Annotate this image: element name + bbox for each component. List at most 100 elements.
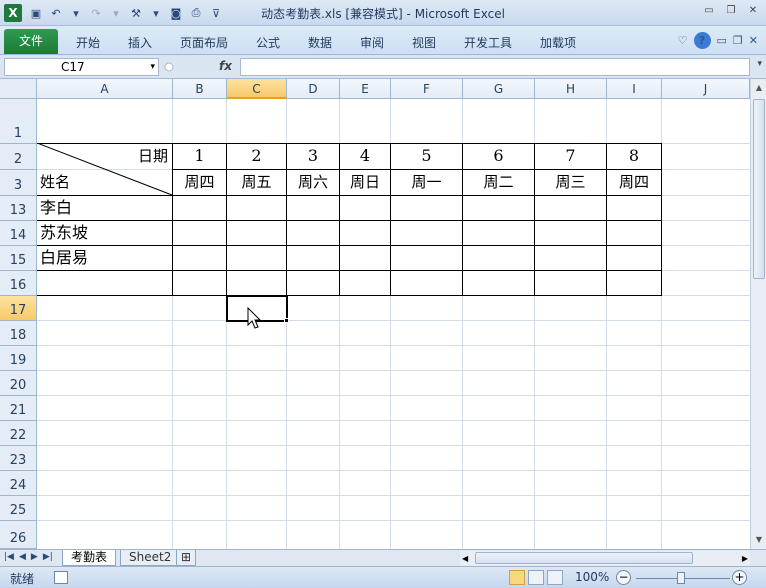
column-header-d[interactable]: D — [287, 79, 340, 99]
first-sheet-icon[interactable]: |◀ — [4, 552, 14, 562]
row-header-23[interactable]: 23 — [0, 446, 37, 471]
scroll-left-icon[interactable]: ◀ — [462, 551, 468, 566]
row-header-21[interactable]: 21 — [0, 396, 37, 421]
employee-name-cell[interactable]: 白居易 — [37, 246, 172, 270]
day-cell[interactable]: 7 — [535, 144, 606, 170]
column-header-i[interactable]: I — [607, 79, 662, 99]
name-box[interactable]: C17 ▾ — [4, 58, 159, 76]
ribbon-collapse-icon[interactable]: ♡ — [678, 34, 688, 47]
day-cell[interactable]: 3 — [287, 144, 339, 170]
workbook-restore-icon[interactable]: ❐ — [733, 34, 743, 47]
column-header-c[interactable]: C — [227, 79, 287, 99]
name-box-value: C17 — [61, 60, 85, 74]
close-icon[interactable]: ✕ — [746, 4, 760, 18]
last-sheet-icon[interactable]: ▶| — [43, 552, 53, 562]
employee-name-cell[interactable] — [37, 271, 172, 295]
column-header-a[interactable]: A — [37, 79, 173, 99]
sheet-tab-attendance[interactable]: 考勤表 — [62, 550, 117, 566]
weekday-cell[interactable]: 周二 — [463, 170, 534, 196]
restore-icon[interactable]: ❐ — [724, 4, 738, 18]
column-header-b[interactable]: B — [173, 79, 227, 99]
row-header-15[interactable]: 15 — [0, 246, 37, 271]
tab-addins[interactable]: 加载项 — [540, 34, 576, 51]
day-cell[interactable]: 2 — [227, 144, 286, 170]
column-header-j[interactable]: J — [662, 79, 750, 99]
tab-file[interactable]: 文件 — [4, 29, 58, 54]
zoom-in-icon[interactable]: + — [732, 570, 747, 585]
page-layout-view-icon[interactable] — [528, 570, 544, 585]
insert-function-icon[interactable]: fx — [219, 59, 232, 73]
tab-page-layout[interactable]: 页面布局 — [180, 34, 228, 51]
zoom-level[interactable]: 100% — [575, 570, 609, 584]
day-cell[interactable]: 1 — [173, 144, 226, 170]
workbook-close-icon[interactable]: ✕ — [749, 34, 758, 47]
row-header-3[interactable]: 3 — [0, 170, 37, 196]
row-header-13[interactable]: 13 — [0, 196, 37, 221]
scroll-right-icon[interactable]: ▶ — [742, 551, 748, 566]
normal-view-icon[interactable] — [509, 570, 525, 585]
prev-sheet-icon[interactable]: ◀ — [19, 552, 26, 562]
workbook-minimize-icon[interactable]: ▭ — [717, 34, 727, 47]
help-icon[interactable]: ? — [693, 32, 711, 49]
next-sheet-icon[interactable]: ▶ — [31, 552, 38, 562]
day-cell[interactable]: 4 — [340, 144, 390, 170]
tab-review[interactable]: 审阅 — [360, 34, 384, 51]
day-cell[interactable]: 5 — [391, 144, 462, 170]
chevron-down-icon[interactable]: ▾ — [150, 59, 155, 75]
tab-data[interactable]: 数据 — [308, 34, 332, 51]
fill-handle[interactable] — [284, 318, 289, 323]
day-cell[interactable]: 8 — [607, 144, 661, 170]
row-header-25[interactable]: 25 — [0, 496, 37, 521]
tab-formulas[interactable]: 公式 — [256, 34, 280, 51]
row-header-1[interactable]: 1 — [0, 99, 37, 144]
column-header-g[interactable]: G — [463, 79, 535, 99]
row-header-2[interactable]: 2 — [0, 144, 37, 170]
macro-record-icon[interactable] — [54, 571, 68, 584]
row-header-24[interactable]: 24 — [0, 471, 37, 496]
vertical-scroll-thumb[interactable] — [753, 99, 765, 279]
row-header-18[interactable]: 18 — [0, 321, 37, 346]
insert-sheet-icon[interactable]: ⊞ — [176, 550, 197, 566]
vertical-scrollbar[interactable]: ▲ ▼ — [750, 79, 766, 549]
weekday-cell[interactable]: 周日 — [340, 170, 390, 196]
page-break-view-icon[interactable] — [547, 570, 563, 585]
row-header-14[interactable]: 14 — [0, 221, 37, 246]
expand-formula-bar-icon[interactable]: ▾ — [757, 59, 762, 69]
column-header-h[interactable]: H — [535, 79, 607, 99]
row-header-20[interactable]: 20 — [0, 371, 37, 396]
horizontal-scrollbar[interactable]: ◀ ▶ — [460, 551, 750, 566]
worksheet-grid[interactable]: A B C D E F G H I J 1 2 3 13 14 15 16 17… — [0, 79, 750, 549]
weekday-cell[interactable]: 周三 — [535, 170, 606, 196]
weekday-cell[interactable]: 周四 — [173, 170, 226, 196]
formula-input[interactable] — [240, 58, 750, 76]
scroll-down-icon[interactable]: ▼ — [752, 533, 766, 547]
tab-developer[interactable]: 开发工具 — [464, 34, 512, 51]
horizontal-scroll-thumb[interactable] — [475, 552, 693, 564]
weekday-cell[interactable]: 周四 — [607, 170, 661, 196]
zoom-out-icon[interactable]: − — [616, 570, 631, 585]
row-header-17[interactable]: 17 — [0, 296, 37, 321]
row-header-19[interactable]: 19 — [0, 346, 37, 371]
row-header-22[interactable]: 22 — [0, 421, 37, 446]
zoom-slider-knob[interactable] — [677, 572, 685, 584]
weekday-cell[interactable]: 周一 — [391, 170, 462, 196]
scroll-up-icon[interactable]: ▲ — [752, 81, 766, 95]
tab-insert[interactable]: 插入 — [128, 34, 152, 51]
header-name-label[interactable]: 姓名 — [37, 170, 172, 196]
tab-view[interactable]: 视图 — [412, 34, 436, 51]
select-all-button[interactable] — [0, 79, 37, 99]
day-cell[interactable]: 6 — [463, 144, 534, 170]
formula-bar-splitter-icon[interactable] — [163, 58, 175, 76]
row-header-16[interactable]: 16 — [0, 271, 37, 296]
column-header-e[interactable]: E — [340, 79, 391, 99]
tab-home[interactable]: 开始 — [76, 34, 100, 51]
column-header-f[interactable]: F — [391, 79, 463, 99]
employee-name-cell[interactable]: 李白 — [37, 196, 172, 220]
weekday-cell[interactable]: 周六 — [287, 170, 339, 196]
minimize-icon[interactable]: ▭ — [702, 4, 716, 18]
row-header-26[interactable]: 26 — [0, 521, 37, 549]
employee-name-cell[interactable]: 苏东坡 — [37, 221, 172, 245]
weekday-cell[interactable]: 周五 — [227, 170, 286, 196]
sheet-tab-sheet2[interactable]: Sheet2 — [120, 550, 181, 566]
header-date-label[interactable]: 日期 — [37, 144, 172, 170]
